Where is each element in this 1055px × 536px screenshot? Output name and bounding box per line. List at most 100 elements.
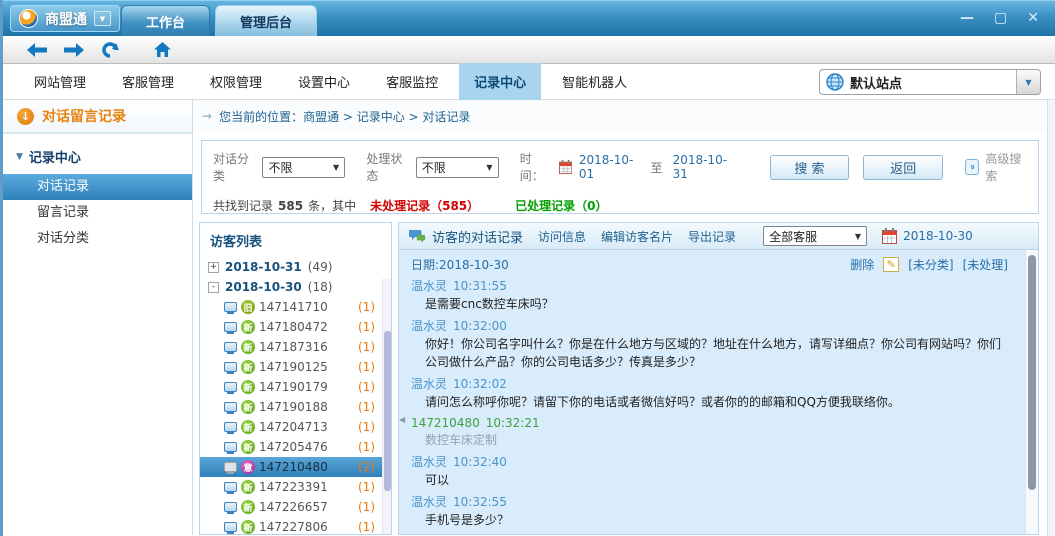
- date-range-to-label: 至: [651, 159, 663, 176]
- unprocessed-records-link[interactable]: 未处理记录（585）: [370, 197, 479, 214]
- tree-collapse-icon: ▼: [16, 152, 23, 162]
- app-logo-icon: [19, 9, 38, 28]
- message-text: 手机号是多少？: [411, 512, 1008, 529]
- time-filter-label: 时间：: [520, 150, 552, 184]
- visitor-row[interactable]: 新 147190125 (1): [200, 357, 391, 377]
- home-button[interactable]: [154, 42, 171, 57]
- collapse-icon[interactable]: -: [208, 282, 219, 293]
- sidebar-tree-root[interactable]: ▼ 记录中心: [3, 134, 192, 174]
- old-visitor-badge: 旧: [241, 300, 255, 314]
- return-button[interactable]: 返回: [863, 155, 943, 180]
- menu-service-management[interactable]: 客服管理: [107, 63, 189, 100]
- visitor-row[interactable]: 新 147190179 (1): [200, 377, 391, 397]
- unclassified-tag-link[interactable]: [未分类]: [908, 256, 953, 273]
- chat-panel-title-text: 访客的对话记录: [432, 227, 523, 246]
- logo-dropdown-icon[interactable]: ▼: [94, 11, 111, 26]
- visitor-session-count: (1): [358, 420, 375, 434]
- monitor-icon: [224, 362, 237, 372]
- sidebar-header-label: 对话留言记录: [42, 106, 126, 126]
- forward-button[interactable]: [64, 43, 84, 57]
- new-visitor-badge: 新: [241, 400, 255, 414]
- site-selector-arrow-icon[interactable]: ▼: [1016, 70, 1040, 94]
- breadcrumb-arrow-icon: →: [202, 109, 212, 123]
- visitor-row[interactable]: 新 147205476 (1): [200, 437, 391, 457]
- back-arrow-icon: [27, 43, 47, 57]
- menu-service-monitor[interactable]: 客服监控: [371, 63, 453, 100]
- visitor-list-scrollbar[interactable]: [382, 279, 391, 534]
- new-visitor-badge: 新: [241, 320, 255, 334]
- summary-prefix: 共找到记录: [213, 197, 273, 214]
- visitor-group-row[interactable]: + 2018-10-31 (49): [200, 257, 391, 277]
- calendar-icon[interactable]: [559, 159, 572, 175]
- visitor-group-row[interactable]: - 2018-10-30 (18): [200, 277, 391, 297]
- visitor-id: 147223391: [259, 480, 328, 494]
- site-selector[interactable]: 默认站点 ▼: [819, 69, 1041, 95]
- status-filter-select[interactable]: 不限 ▼: [416, 157, 499, 178]
- sidebar-item-dialog-categories[interactable]: 对话分类: [3, 226, 192, 252]
- agent-filter-select[interactable]: 全部客服 ▼: [763, 226, 867, 246]
- back-button[interactable]: [27, 43, 47, 57]
- visitor-row-selected[interactable]: 意 147210480 (2): [200, 457, 391, 477]
- menu-record-center[interactable]: 记录中心: [459, 63, 541, 100]
- edit-visitor-card-link[interactable]: 编辑访客名片: [601, 228, 673, 245]
- visitor-session-count: (1): [358, 320, 375, 334]
- maximize-button[interactable]: ▢: [994, 8, 1007, 28]
- sidebar-item-dialog-records[interactable]: 对话记录: [3, 174, 192, 200]
- tab-workbench[interactable]: 工作台: [121, 5, 210, 36]
- visitor-row[interactable]: 新 147204713 (1): [200, 417, 391, 437]
- message-text: 数控车床定制: [411, 432, 1008, 449]
- processed-records-link[interactable]: 已处理记录（0）: [515, 197, 607, 214]
- date-from-field[interactable]: 2018-10-01: [579, 153, 641, 181]
- panel-collapse-icon[interactable]: ◀: [399, 415, 405, 424]
- menu-settings-center[interactable]: 设置中心: [283, 63, 365, 100]
- minimize-button[interactable]: —: [960, 8, 974, 28]
- unprocessed-tag-link[interactable]: [未处理]: [963, 256, 1008, 273]
- scrollbar-thumb[interactable]: [384, 331, 391, 491]
- menu-permission-management[interactable]: 权限管理: [195, 63, 277, 100]
- visitor-row[interactable]: 新 147226657 (1): [200, 497, 391, 517]
- visitor-row[interactable]: 新 147223391 (1): [200, 477, 391, 497]
- message-time: 10:32:55: [453, 495, 507, 509]
- tab-admin-backend[interactable]: 管理后台: [215, 5, 317, 36]
- chat-body: 日期:2018-10-30 删除 ✎ [未分类] [未处理] 温水灵10:31:…: [399, 250, 1038, 534]
- visit-info-link[interactable]: 访问信息: [538, 228, 586, 245]
- date-to-field[interactable]: 2018-10-31: [673, 153, 735, 181]
- result-summary: 共找到记录 585 条，其中 未处理记录（585） 已处理记录（0）: [213, 197, 1027, 214]
- export-records-link[interactable]: 导出记录: [688, 228, 736, 245]
- monitor-icon: [224, 382, 237, 392]
- refresh-button[interactable]: [101, 42, 119, 58]
- message-text: 你好！你公司名字叫什么？你是在什么地方与区域的？地址在什么地方，请写详细点？你公…: [411, 336, 1008, 371]
- visitor-row[interactable]: 新 147187316 (1): [200, 337, 391, 357]
- menu-smart-robot[interactable]: 智能机器人: [547, 63, 642, 100]
- chat-panel-title: 访客的对话记录: [409, 227, 523, 246]
- filter-row: 对话分类 不限 ▼ 处理状态 不限 ▼ 时间： 2018-10-01: [213, 150, 1027, 184]
- visitor-row[interactable]: 新 147180472 (1): [200, 317, 391, 337]
- visitor-row[interactable]: 新 147190188 (1): [200, 397, 391, 417]
- calendar-icon[interactable]: [882, 228, 897, 244]
- message-header: 温水灵10:31:55: [411, 277, 1008, 294]
- content-area: → 您当前的位置：商盟通 > 记录中心 > 对话记录 对话分类 不限 ▼ 处理状…: [193, 100, 1055, 535]
- chat-scrollbar[interactable]: [1025, 250, 1038, 534]
- close-button[interactable]: ✕: [1027, 8, 1039, 28]
- delete-link[interactable]: 删除: [850, 256, 874, 273]
- category-filter-select[interactable]: 不限 ▼: [262, 157, 345, 178]
- new-visitor-badge: 新: [241, 520, 255, 534]
- expand-icon[interactable]: +: [208, 262, 219, 273]
- visitor-row[interactable]: 新 147227806 (1): [200, 517, 391, 535]
- app-window: 商盟通 ▼ 工作台 管理后台 — ▢ ✕ 网站管理 客服管理 权限管理: [0, 0, 1055, 536]
- session-actions: 删除 ✎ [未分类] [未处理]: [850, 256, 1008, 273]
- search-button[interactable]: 搜 索: [770, 155, 850, 180]
- visitor-row[interactable]: 旧 147141710 (1): [200, 297, 391, 317]
- advanced-search-label: 高级搜索: [985, 150, 1027, 184]
- app-logo-box[interactable]: 商盟通 ▼: [10, 5, 120, 32]
- advanced-search[interactable]: » 高级搜索: [965, 150, 1027, 184]
- visitor-id: 147227806: [259, 520, 328, 534]
- menu-site-management[interactable]: 网站管理: [19, 63, 101, 100]
- agent-name: 温水灵: [411, 279, 447, 293]
- visitor-id: 147190125: [259, 360, 328, 374]
- visitor-session-count: (2): [358, 460, 375, 474]
- edit-pencil-icon[interactable]: ✎: [883, 257, 899, 272]
- intent-visitor-badge: 意: [241, 460, 255, 474]
- sidebar-item-message-records[interactable]: 留言记录: [3, 200, 192, 226]
- scrollbar-thumb[interactable]: [1028, 255, 1036, 490]
